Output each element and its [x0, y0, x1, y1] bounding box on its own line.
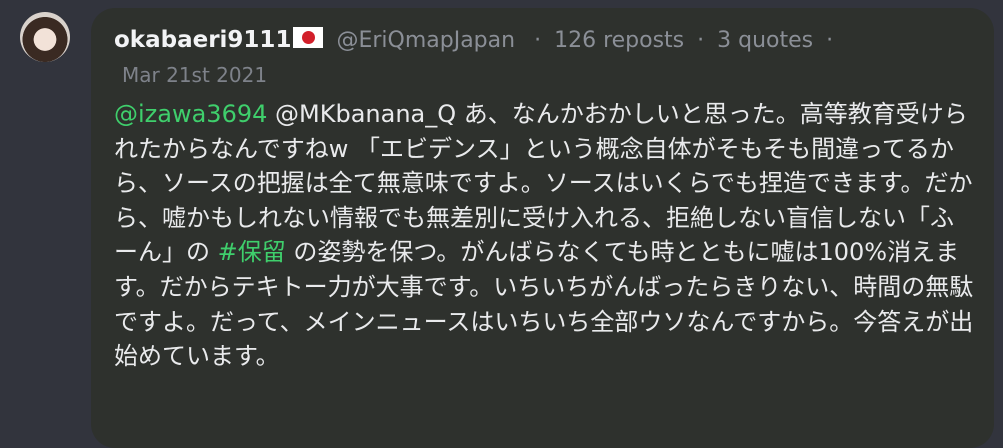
post-header: okabaeri9111 @EriQmapJapan · 126 reposts… — [114, 23, 974, 58]
post-body: @izawa3694 @MKbanana_Q あ、なんかおかしいと思った。高等教… — [114, 97, 974, 374]
japan-flag-icon — [293, 27, 324, 48]
hashtag-link[interactable]: #保留 — [218, 238, 286, 266]
separator: · — [697, 28, 705, 53]
user-handle[interactable]: @EriQmapJapan — [336, 28, 515, 53]
quote-count[interactable]: 3 quotes — [717, 28, 813, 53]
username[interactable]: okabaeri9111 — [114, 27, 291, 53]
separator: · — [826, 28, 834, 53]
post-date[interactable]: Mar 21st 2021 — [122, 61, 267, 89]
mention-text: @MKbanana_Q — [275, 100, 457, 128]
mention-link[interactable]: @izawa3694 — [114, 100, 267, 128]
repost-count[interactable]: 126 reposts — [554, 28, 684, 53]
separator: · — [534, 28, 542, 53]
avatar[interactable] — [20, 12, 70, 62]
